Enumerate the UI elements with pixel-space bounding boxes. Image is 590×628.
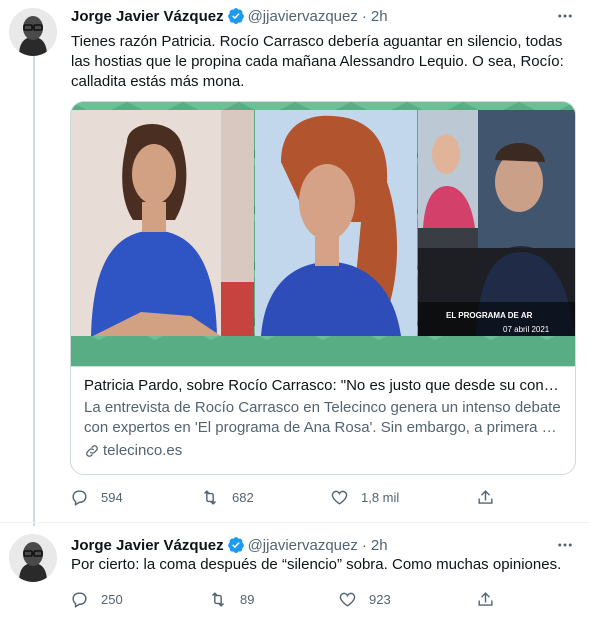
reply-icon [72,489,87,506]
heart-icon [331,490,348,505]
tweet-actions: 250 89 923 [70,589,500,609]
tweet-time[interactable]: 2h [371,537,388,554]
card-description-line: La entrevista de Rocío Carrasco en Telec… [84,399,561,416]
author-handle[interactable]: @jjaviervazquez [248,8,358,25]
retweet-icon [203,489,217,505]
retweet-icon [211,591,225,607]
tweet[interactable]: Jorge Javier Vázquez @jjaviervazquez · 2… [0,0,590,522]
reply-button[interactable]: 594 [70,487,123,507]
author-name[interactable]: Jorge Javier Vázquez [71,8,224,25]
link-icon [86,445,98,457]
share-icon [478,489,493,504]
tweet-text: Tienes razón Patricia. Rocío Carrasco de… [71,33,564,90]
card-title[interactable]: Patricia Pardo, sobre Rocío Carrasco: "N… [84,376,563,396]
like-count: 923 [369,591,391,607]
card-domain[interactable]: telecinco.es [84,441,563,461]
like-button[interactable]: 1,8 mil [330,487,399,507]
link-card[interactable]: EL PROGRAMA DE AR 07 abril 2021 Patricia… [70,101,576,475]
avatar[interactable] [9,534,57,582]
separator-dot: · [361,7,367,25]
retweet-button[interactable]: 89 [208,589,254,609]
more-options-icon[interactable] [554,7,576,25]
retweet-button[interactable]: 682 [200,487,254,507]
more-options-icon[interactable] [554,536,576,554]
reply-icon [72,591,87,608]
like-count: 1,8 mil [361,489,400,505]
heart-icon [339,592,356,607]
share-button[interactable] [476,487,507,507]
verified-badge-icon [227,536,245,554]
reply-button[interactable]: 250 [70,589,123,609]
card-description: La entrevista de Rocío Carrasco en Telec… [84,398,563,438]
card-domain-text[interactable]: telecinco.es [103,441,182,461]
like-button[interactable]: 923 [338,589,391,609]
tweet-text: Por cierto: la coma después de “silencio… [71,556,562,573]
tweet-actions: 594 682 1,8 mil [70,487,500,507]
tweet[interactable]: Jorge Javier Vázquez @jjaviervazquez · 2… [0,522,590,628]
tweet-header: Jorge Javier Vázquez @jjaviervazquez · 2… [71,6,388,26]
verified-badge-icon [227,7,245,25]
author-name[interactable]: Jorge Javier Vázquez [71,537,224,554]
avatar[interactable] [9,8,57,56]
card-image: EL PROGRAMA DE AR 07 abril 2021 [71,102,575,366]
card-image-caption-date: 07 abril 2021 [503,325,550,334]
tweet-header: Jorge Javier Vázquez @jjaviervazquez · 2… [71,535,388,555]
share-icon [478,591,493,606]
share-button[interactable] [476,589,507,609]
author-handle[interactable]: @jjaviervazquez [248,537,358,554]
retweet-count: 682 [232,489,254,505]
card-description-line: con expertos en 'El programa de Ana Rosa… [84,419,563,436]
card-body[interactable]: Patricia Pardo, sobre Rocío Carrasco: "N… [71,366,575,474]
card-image-caption-title: EL PROGRAMA DE AR [446,311,533,320]
separator-dot: · [361,536,367,554]
tweet-time[interactable]: 2h [371,8,388,25]
reply-count: 250 [101,591,123,607]
retweet-count: 89 [240,591,255,607]
reply-count: 594 [101,489,123,505]
